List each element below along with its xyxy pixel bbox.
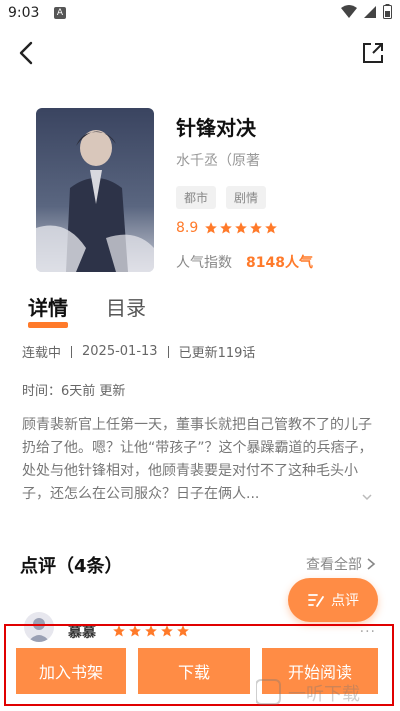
share-external-icon[interactable]: [360, 40, 386, 66]
serial-date: 2025-01-13: [82, 344, 158, 359]
popularity-label: 人气指数: [176, 255, 232, 271]
book-description[interactable]: 顾青裴新官上任第一天，董事长就把自己管教不了的儿子扔给了他。嗯？让他“带孩子”？…: [22, 414, 380, 506]
star-icon: [220, 222, 233, 234]
rating-stars: [204, 221, 278, 235]
status-bar: 9:03 A: [0, 0, 400, 28]
divider: [167, 345, 169, 358]
rating-score: 8.9: [176, 220, 199, 236]
status-icons: [341, 4, 392, 19]
book-author: 水千丞（原著: [176, 153, 260, 169]
chevron-right-icon: [367, 558, 376, 570]
tab-details[interactable]: 详情: [28, 292, 68, 328]
star-icon: [265, 222, 278, 234]
tab-toc-label: 目录: [106, 296, 146, 320]
write-review-button[interactable]: 点评: [288, 578, 378, 622]
serial-meta: 连载中 2025-01-13 已更新119话: [22, 342, 255, 361]
book-title: 针锋对决: [176, 116, 256, 140]
see-all-label: 查看全部: [306, 557, 362, 573]
reviews-title: 点评（4条）: [20, 556, 123, 577]
write-review-label: 点评: [331, 593, 359, 609]
wifi-icon: [341, 4, 357, 18]
tag-list: 都市 剧情: [176, 186, 267, 209]
battery-icon: [383, 4, 392, 19]
serial-status: 连载中: [22, 346, 62, 361]
download-button[interactable]: 下载: [138, 648, 250, 694]
chevron-down-icon[interactable]: [360, 490, 374, 504]
popularity-row: 人气指数 8148人气: [176, 252, 313, 272]
svg-text:一听下载: 一听下载: [288, 684, 360, 705]
watermark-logo: 一听下载: [256, 679, 360, 705]
rating-row: 8.9: [176, 220, 278, 236]
back-arrow-icon[interactable]: [14, 40, 40, 66]
tab-details-label: 详情: [28, 296, 68, 320]
star-icon: [250, 222, 263, 234]
tag-item[interactable]: 都市: [176, 186, 217, 209]
star-icon: [205, 222, 218, 234]
notification-icon: A: [54, 7, 66, 19]
update-time: 时间：6天前 更新: [22, 384, 126, 399]
edit-list-icon: [308, 594, 324, 607]
star-icon: [235, 222, 248, 234]
popularity-value: 8148人气: [246, 255, 313, 271]
tag-item[interactable]: 剧情: [226, 186, 267, 209]
book-cover-image: [36, 108, 154, 272]
tab-toc[interactable]: 目录: [106, 292, 146, 321]
see-all-link[interactable]: 查看全部: [306, 554, 376, 574]
chapter-count: 已更新119话: [178, 346, 256, 361]
tab-active-indicator: [28, 322, 68, 328]
signal-icon: [364, 5, 376, 18]
divider: [71, 345, 73, 358]
status-time: 9:03: [8, 5, 40, 21]
add-to-shelf-button[interactable]: 加入书架: [16, 648, 126, 694]
